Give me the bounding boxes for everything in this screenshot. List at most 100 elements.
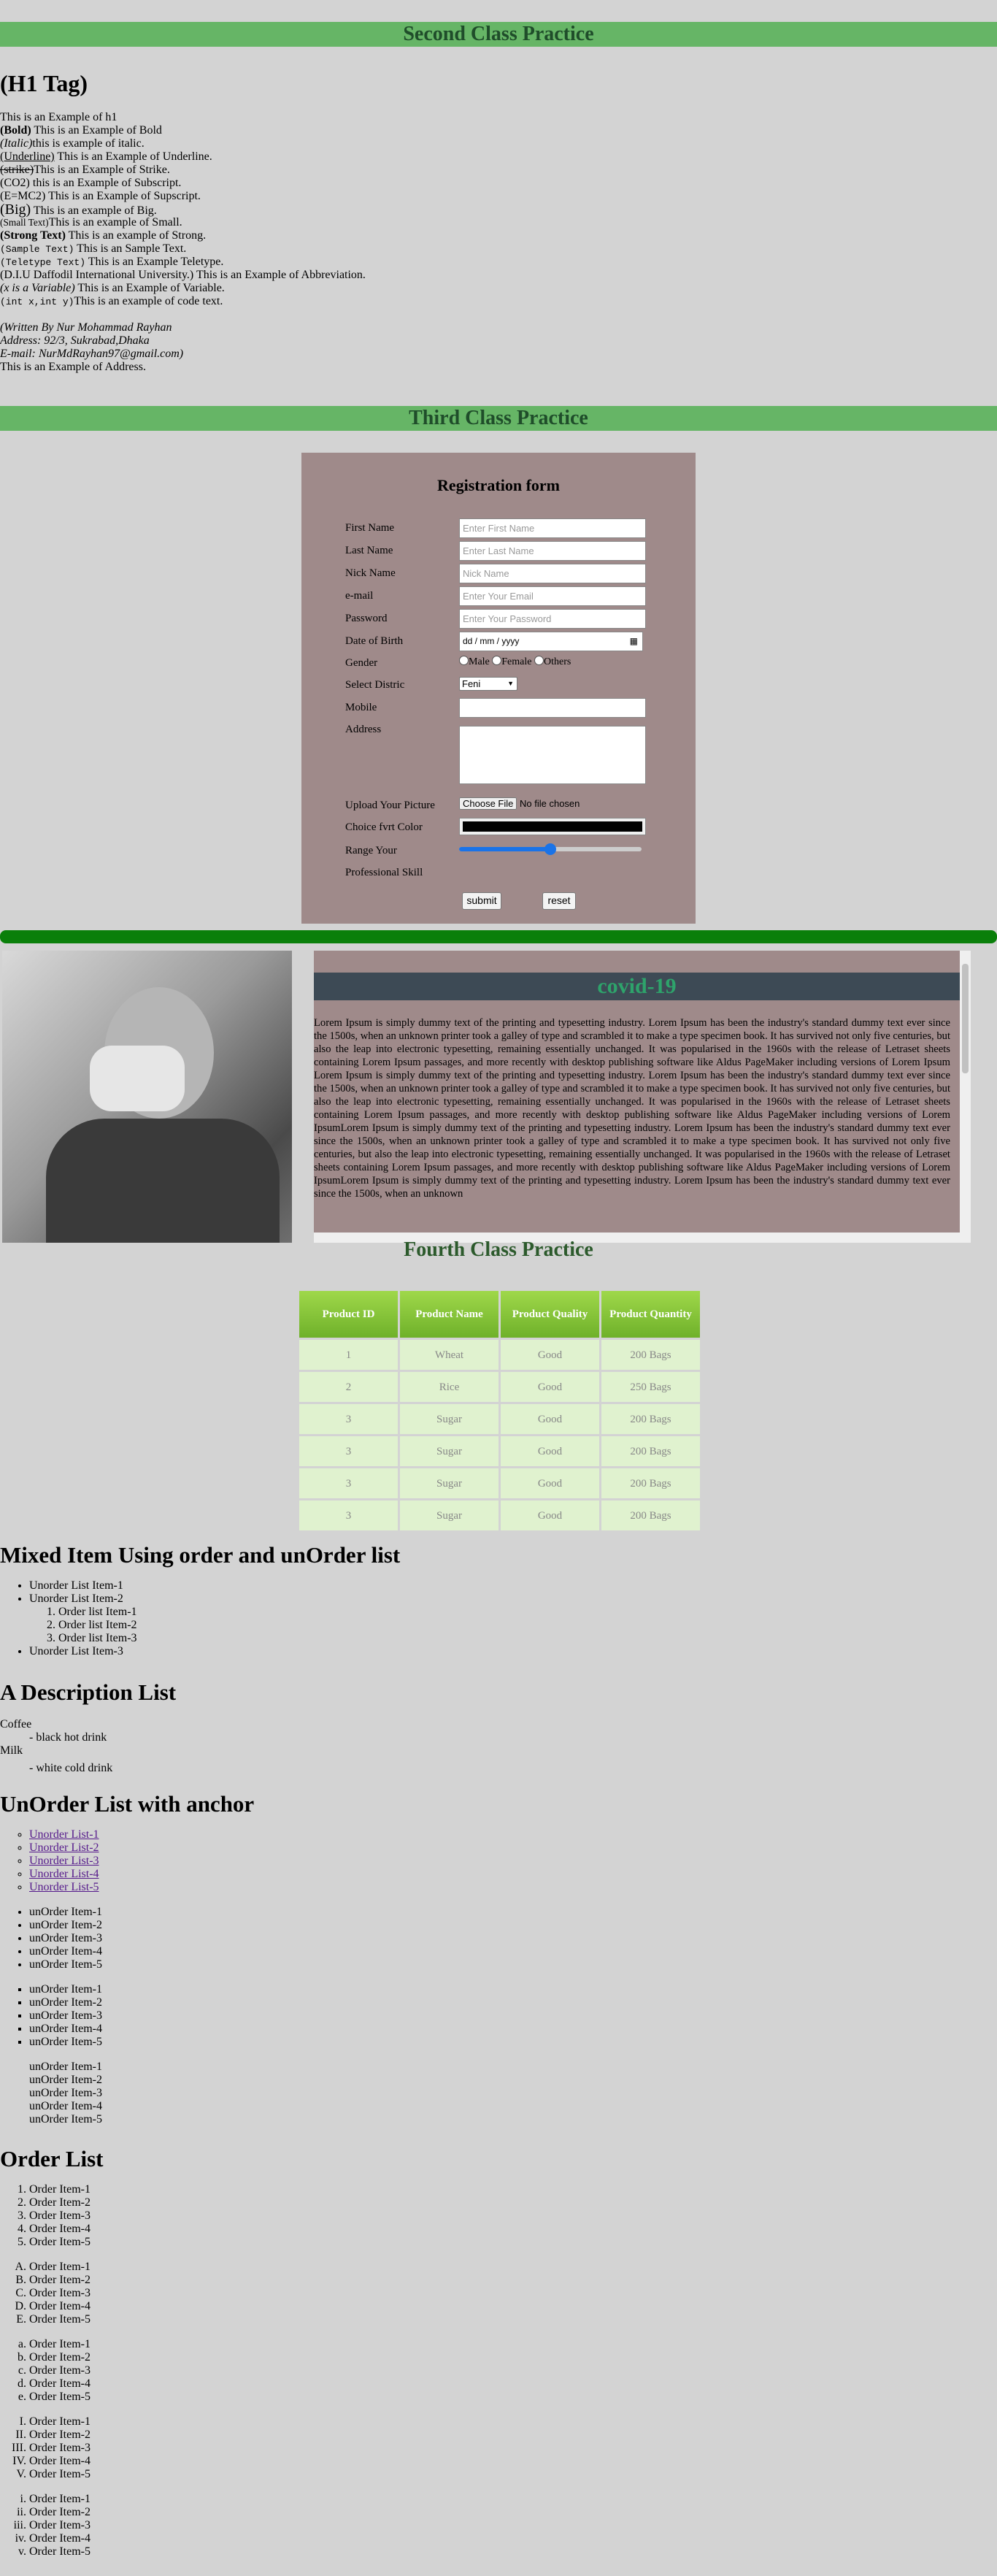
list-item: Order Item-1 [29, 2493, 997, 2506]
address-block: (Written By Nur Mohammad Rayhan Address:… [0, 321, 184, 373]
mixed-list-title: Mixed Item Using order and unOrder list [0, 1542, 401, 1568]
list-item: unOrder Item-2 [29, 1996, 997, 2009]
line-sample: (Sample Text) This is an Sample Text. [0, 242, 187, 255]
list-item: Order Item-5 [29, 2236, 997, 2249]
anchor-link-2[interactable]: Unorder List-2 [29, 1841, 99, 1854]
color-label: Choice fvrt Color [345, 821, 423, 833]
male-label: Male [469, 656, 490, 667]
list-item: Order Item-2 [29, 2429, 997, 2442]
list-item: Order Item-5 [29, 2468, 997, 2481]
list-item: Order Item-1 [29, 2183, 997, 2196]
line-big: (Big) This is an example of Big. [0, 202, 157, 218]
list-item: unOrder Item-5 [29, 2113, 102, 2125]
table-cell: 3 [299, 1468, 398, 1498]
list-item: Order Item-4 [29, 2223, 997, 2236]
list-item: unOrder Item-3 [29, 2009, 997, 2023]
header-product-name: Product Name [400, 1291, 498, 1338]
nested-ordered-list: Order list Item-1 Order list Item-2 Orde… [29, 1606, 997, 1645]
list-item: Order Item-4 [29, 2377, 997, 2391]
email-input[interactable]: Enter Your Email [459, 586, 646, 606]
table-cell: 3 [299, 1404, 398, 1434]
list-item: Order Item-1 [29, 2415, 997, 2429]
anchor-link-5[interactable]: Unorder List-5 [29, 1881, 99, 1893]
reset-button[interactable]: reset [542, 892, 576, 910]
list-item: unOrder Item-1 [29, 2061, 102, 2073]
file-upload: Choose File No file chosen [459, 797, 580, 810]
range-slider[interactable] [459, 843, 642, 855]
description-list-title: A Description List [0, 1679, 177, 1705]
list-item: unOrder Item-3 [29, 2087, 102, 2099]
list-item: Unorder List Item-2 Order list Item-1 Or… [29, 1592, 997, 1645]
nick-name-label: Nick Name [345, 567, 396, 579]
skill-label: Professional Skill [345, 867, 423, 878]
table-cell: 250 Bags [601, 1372, 700, 1402]
range-thumb[interactable] [544, 843, 556, 855]
color-input[interactable] [459, 818, 646, 835]
last-name-input[interactable]: Enter Last Name [459, 541, 646, 561]
table-row: 3 Sugar Good 200 Bags [299, 1404, 700, 1434]
table-row: 3 Sugar Good 200 Bags [299, 1500, 700, 1530]
table-cell: Sugar [400, 1436, 498, 1466]
products-table: Product ID Product Name Product Quality … [297, 1289, 702, 1533]
anchor-link-3[interactable]: Unorder List-3 [29, 1855, 99, 1867]
covid-article[interactable]: covid-19 Lorem Ipsum is simply dummy tex… [314, 951, 971, 1243]
calendar-icon[interactable]: ▦ [630, 632, 638, 651]
table-cell: 200 Bags [601, 1468, 700, 1498]
table-cell: Good [501, 1404, 599, 1434]
table-cell: Rice [400, 1372, 498, 1402]
ordered-list-upper-alpha: Order Item-1 Order Item-2 Order Item-3 O… [0, 2261, 997, 2326]
second-class-content: (H1 Tag) This is an Example of h1 (Bold)… [0, 70, 657, 374]
password-input[interactable]: Enter Your Password [459, 609, 646, 629]
radio-male[interactable] [459, 656, 469, 665]
list-item: Unorder List-5 [29, 1881, 997, 1894]
list-item: Order Item-5 [29, 2391, 997, 2404]
list-item: unOrder Item-5 [29, 1958, 997, 1971]
list-item: Unorder List-2 [29, 1841, 997, 1855]
radio-female[interactable] [492, 656, 502, 665]
mobile-input[interactable] [459, 698, 646, 718]
list-item: Order Item-4 [29, 2455, 997, 2468]
nick-name-input[interactable]: Nick Name [459, 564, 646, 583]
list-item: Order Item-3 [29, 2209, 997, 2223]
choose-file-button[interactable]: Choose File [459, 797, 517, 810]
line-superscript: (E=MC2) This is an Example of Supscript. [0, 190, 201, 202]
anchor-link-1[interactable]: Unorder List-1 [29, 1828, 99, 1841]
first-name-label: First Name [345, 522, 395, 534]
ordered-list-upper-roman: Order Item-1 Order Item-2 Order Item-3 O… [0, 2415, 997, 2481]
last-name-label: Last Name [345, 545, 393, 556]
header-product-quantity: Product Quantity [601, 1291, 700, 1338]
table-row: 2 Rice Good 250 Bags [299, 1372, 700, 1402]
table-cell: 1 [299, 1340, 398, 1370]
anchor-link-4[interactable]: Unorder List-4 [29, 1868, 99, 1880]
line-code: (int x,int y)This is an example of code … [0, 295, 223, 307]
line-h1: This is an Example of h1 [0, 111, 118, 123]
line-teletype: (Teletype Text) This is an Example Telet… [0, 256, 224, 268]
list-item: Order Item-3 [29, 2287, 997, 2300]
first-name-input[interactable]: Enter First Name [459, 518, 646, 538]
table-cell: Sugar [400, 1404, 498, 1434]
table-cell: Wheat [400, 1340, 498, 1370]
list-item: Order Item-1 [29, 2338, 997, 2351]
district-select[interactable]: Feni ▼ [459, 677, 517, 691]
table-cell: Good [501, 1372, 599, 1402]
list-item: Order Item-4 [29, 2532, 997, 2545]
range-fill [459, 847, 550, 851]
mobile-label: Mobile [345, 702, 377, 713]
square-list: unOrder Item-1 unOrder Item-2 unOrder It… [0, 1983, 997, 2049]
submit-button[interactable]: submit [462, 892, 501, 910]
h1-heading: (H1 Tag) [0, 70, 88, 96]
line-small: (Small Text)This is an example of Small. [0, 216, 182, 229]
form-title: Registration form [436, 476, 560, 494]
dob-input[interactable]: dd / mm / yyyy ▦ [459, 632, 643, 651]
list-item: Order Item-3 [29, 2364, 997, 2377]
radio-others[interactable] [534, 656, 544, 665]
list-item: unOrder Item-3 [29, 1932, 997, 1945]
table-cell: 200 Bags [601, 1404, 700, 1434]
line-strong: (Strong Text) This is an example of Stro… [0, 229, 207, 242]
vertical-scrollbar[interactable] [960, 951, 971, 1243]
line-italic: (Italic)this is example of italic. [0, 137, 145, 150]
gender-label: Gender [345, 657, 378, 669]
address-textarea[interactable] [459, 726, 646, 784]
table-cell: 200 Bags [601, 1500, 700, 1530]
table-row: 3 Sugar Good 200 Bags [299, 1436, 700, 1466]
